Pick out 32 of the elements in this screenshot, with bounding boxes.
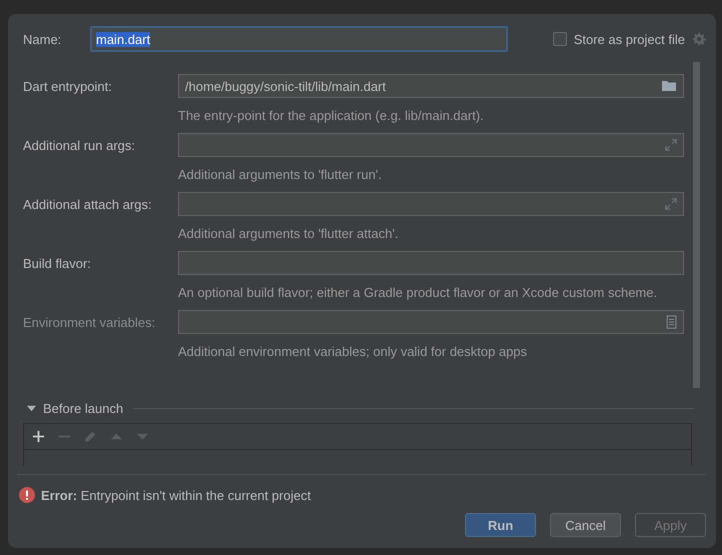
expand-icon[interactable] (665, 198, 677, 210)
field-label: Additional attach args: (23, 196, 153, 212)
scrollbar[interactable] (693, 62, 700, 388)
error-message: Error: Entrypoint isn't within the current project (41, 488, 311, 502)
text-input-field[interactable] (178, 310, 684, 334)
field-label: Dart entrypoint: (23, 78, 113, 94)
text-input-field[interactable]: /home/buggy/sonic-tilt/lib/main.dart (178, 74, 684, 98)
before-launch-title: Before launch (43, 400, 124, 416)
field-hint: Additional arguments to 'flutter run'. (178, 166, 383, 184)
plus-icon[interactable] (32, 430, 45, 443)
settings-icon[interactable] (692, 32, 706, 46)
dialog-button[interactable]: Run (465, 513, 536, 537)
field-hint: Additional environment variables; only valid for desktop apps (178, 343, 528, 361)
field-label: Build flavor: (23, 256, 92, 270)
field-hint: The entry-point for the application (e.g. lib/main.dart). (178, 107, 485, 125)
text-input-field[interactable] (178, 192, 684, 216)
store-checkbox[interactable] (552, 32, 567, 46)
store-label: Store as project file (574, 32, 685, 46)
name-label: Name: (23, 32, 62, 46)
dialog-button[interactable]: Cancel (550, 513, 621, 537)
expand-icon[interactable] (665, 139, 677, 151)
field-label: Additional run args: (23, 138, 136, 152)
field-value: /home/buggy/sonic-tilt/lib/main.dart (185, 78, 387, 94)
field-hint: An optional build flavor; either a Gradle product flavor or an Xcode custom scheme. (178, 284, 658, 302)
folder-icon[interactable] (661, 79, 677, 93)
text-input-field[interactable] (178, 133, 684, 157)
text-input-field[interactable] (178, 251, 684, 275)
collapse-triangle-icon[interactable] (27, 404, 36, 412)
field-label: Environment variables: (23, 314, 156, 330)
error-icon (19, 487, 35, 503)
field-hint: Additional arguments to 'flutter attach'. (178, 225, 400, 243)
document-icon[interactable] (666, 315, 677, 329)
